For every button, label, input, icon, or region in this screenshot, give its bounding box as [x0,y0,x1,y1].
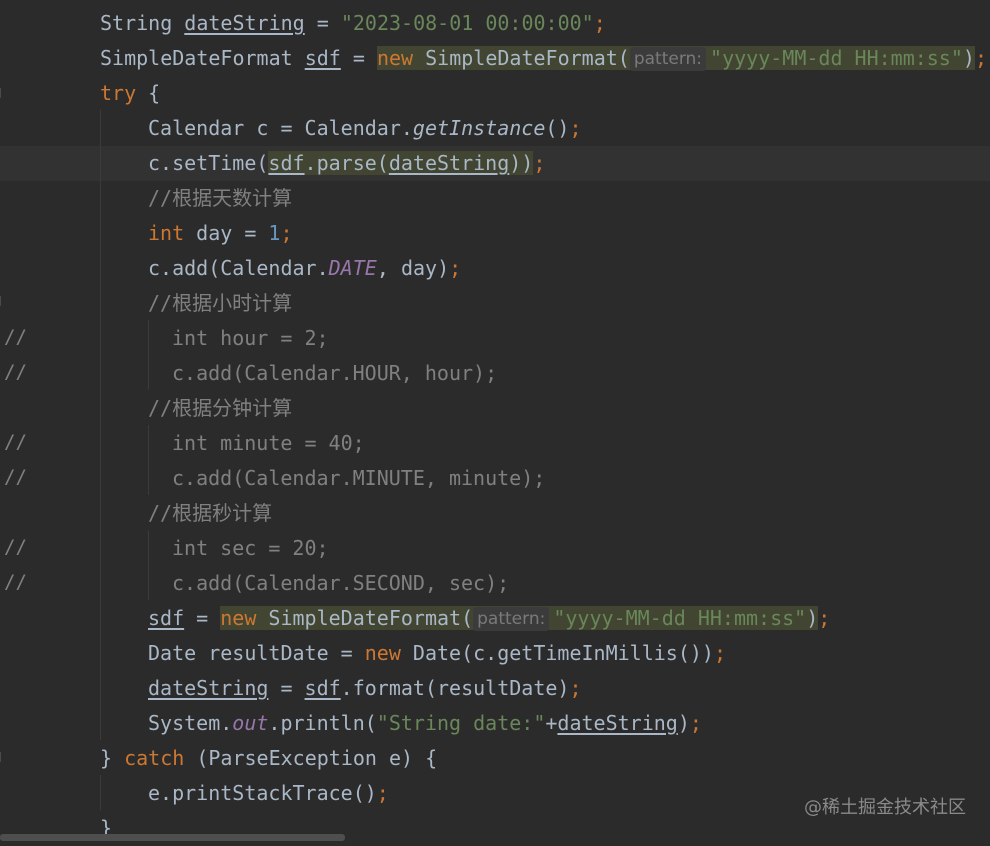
code-line-17[interactable]: c.add(Calendar.SECOND, sec); [172,566,509,601]
code-line-2[interactable]: SimpleDateFormat sdf = new SimpleDateFor… [100,41,987,76]
code-line-15[interactable]: //根据秒计算 [148,496,272,531]
commented-code: c.add(Calendar.SECOND, sec); [172,571,510,595]
code-line-5[interactable]: c.setTime(sdf.parse(dateString)); [148,146,545,181]
fold-marker[interactable] [0,752,3,762]
watermark: @稀土掘金技术社区 [804,797,966,818]
gutter-comment-marker: // [4,361,27,383]
code-line-7[interactable]: int day = 1; [148,216,293,251]
gutter-comment-marker: // [4,326,27,348]
indent-guide [148,320,149,390]
editor-gutter [0,0,40,841]
commented-code: int hour = 2; [172,326,329,350]
code-line-19[interactable]: Date resultDate = new Date(c.getTimeInMi… [148,636,726,671]
code-line-9[interactable]: //根据小时计算 [148,286,292,321]
fold-marker[interactable] [0,88,3,98]
parameter-hint: pattern: [629,47,707,71]
code-line-4[interactable]: Calendar c = Calendar.getInstance(); [148,111,582,146]
indent-guide [148,425,149,495]
code-line-22[interactable]: } catch (ParseException e) { [100,741,437,776]
comment: //根据秒计算 [148,501,273,525]
code-line-3[interactable]: try { [100,76,160,111]
code-line-16[interactable]: int sec = 20; [172,531,329,566]
code-line-13[interactable]: int minute = 40; [172,426,365,461]
commented-code: c.add(Calendar.MINUTE, minute); [172,466,546,490]
commented-code: int minute = 40; [172,431,365,455]
code-line-18[interactable]: sdf = new SimpleDateFormat(pattern: "yyyy… [148,601,830,636]
horizontal-scrollbar[interactable] [0,834,345,841]
gutter-comment-marker: // [4,431,27,453]
indent-guide [148,530,149,600]
gutter-comment-marker: // [4,536,27,558]
commented-code: c.add(Calendar.HOUR, hour); [172,361,498,385]
parameter-hint: pattern: [473,607,550,631]
code-line-11[interactable]: c.add(Calendar.HOUR, hour); [172,356,497,391]
code-line-12[interactable]: //根据分钟计算 [148,391,292,426]
code-line-10[interactable]: int hour = 2; [172,321,329,356]
commented-code: int sec = 20; [172,536,329,560]
code-line-1[interactable]: String dateString = "2023-08-01 00:00:00… [100,6,606,41]
code-line-21[interactable]: System.out.println("String date:"+dateSt… [148,706,702,741]
code-line-8[interactable]: c.add(Calendar.DATE, , day); [148,251,461,286]
comment: //根据小时计算 [148,291,293,315]
comment: //根据天数计算 [148,186,293,210]
gutter-comment-marker: // [4,466,27,488]
code-line-20[interactable]: dateString = sdf.format(resultDate); [148,671,582,706]
code-line-23[interactable]: e.printStackTrace(); [148,776,389,811]
code-line-6[interactable]: //根据天数计算 [148,181,292,216]
fold-marker[interactable] [0,296,3,306]
indent-guide [100,775,101,810]
gutter-comment-marker: // [4,571,27,593]
indent-guide [100,110,101,740]
code-line-14[interactable]: c.add(Calendar.MINUTE, minute); [172,461,545,496]
comment: //根据分钟计算 [148,396,293,420]
